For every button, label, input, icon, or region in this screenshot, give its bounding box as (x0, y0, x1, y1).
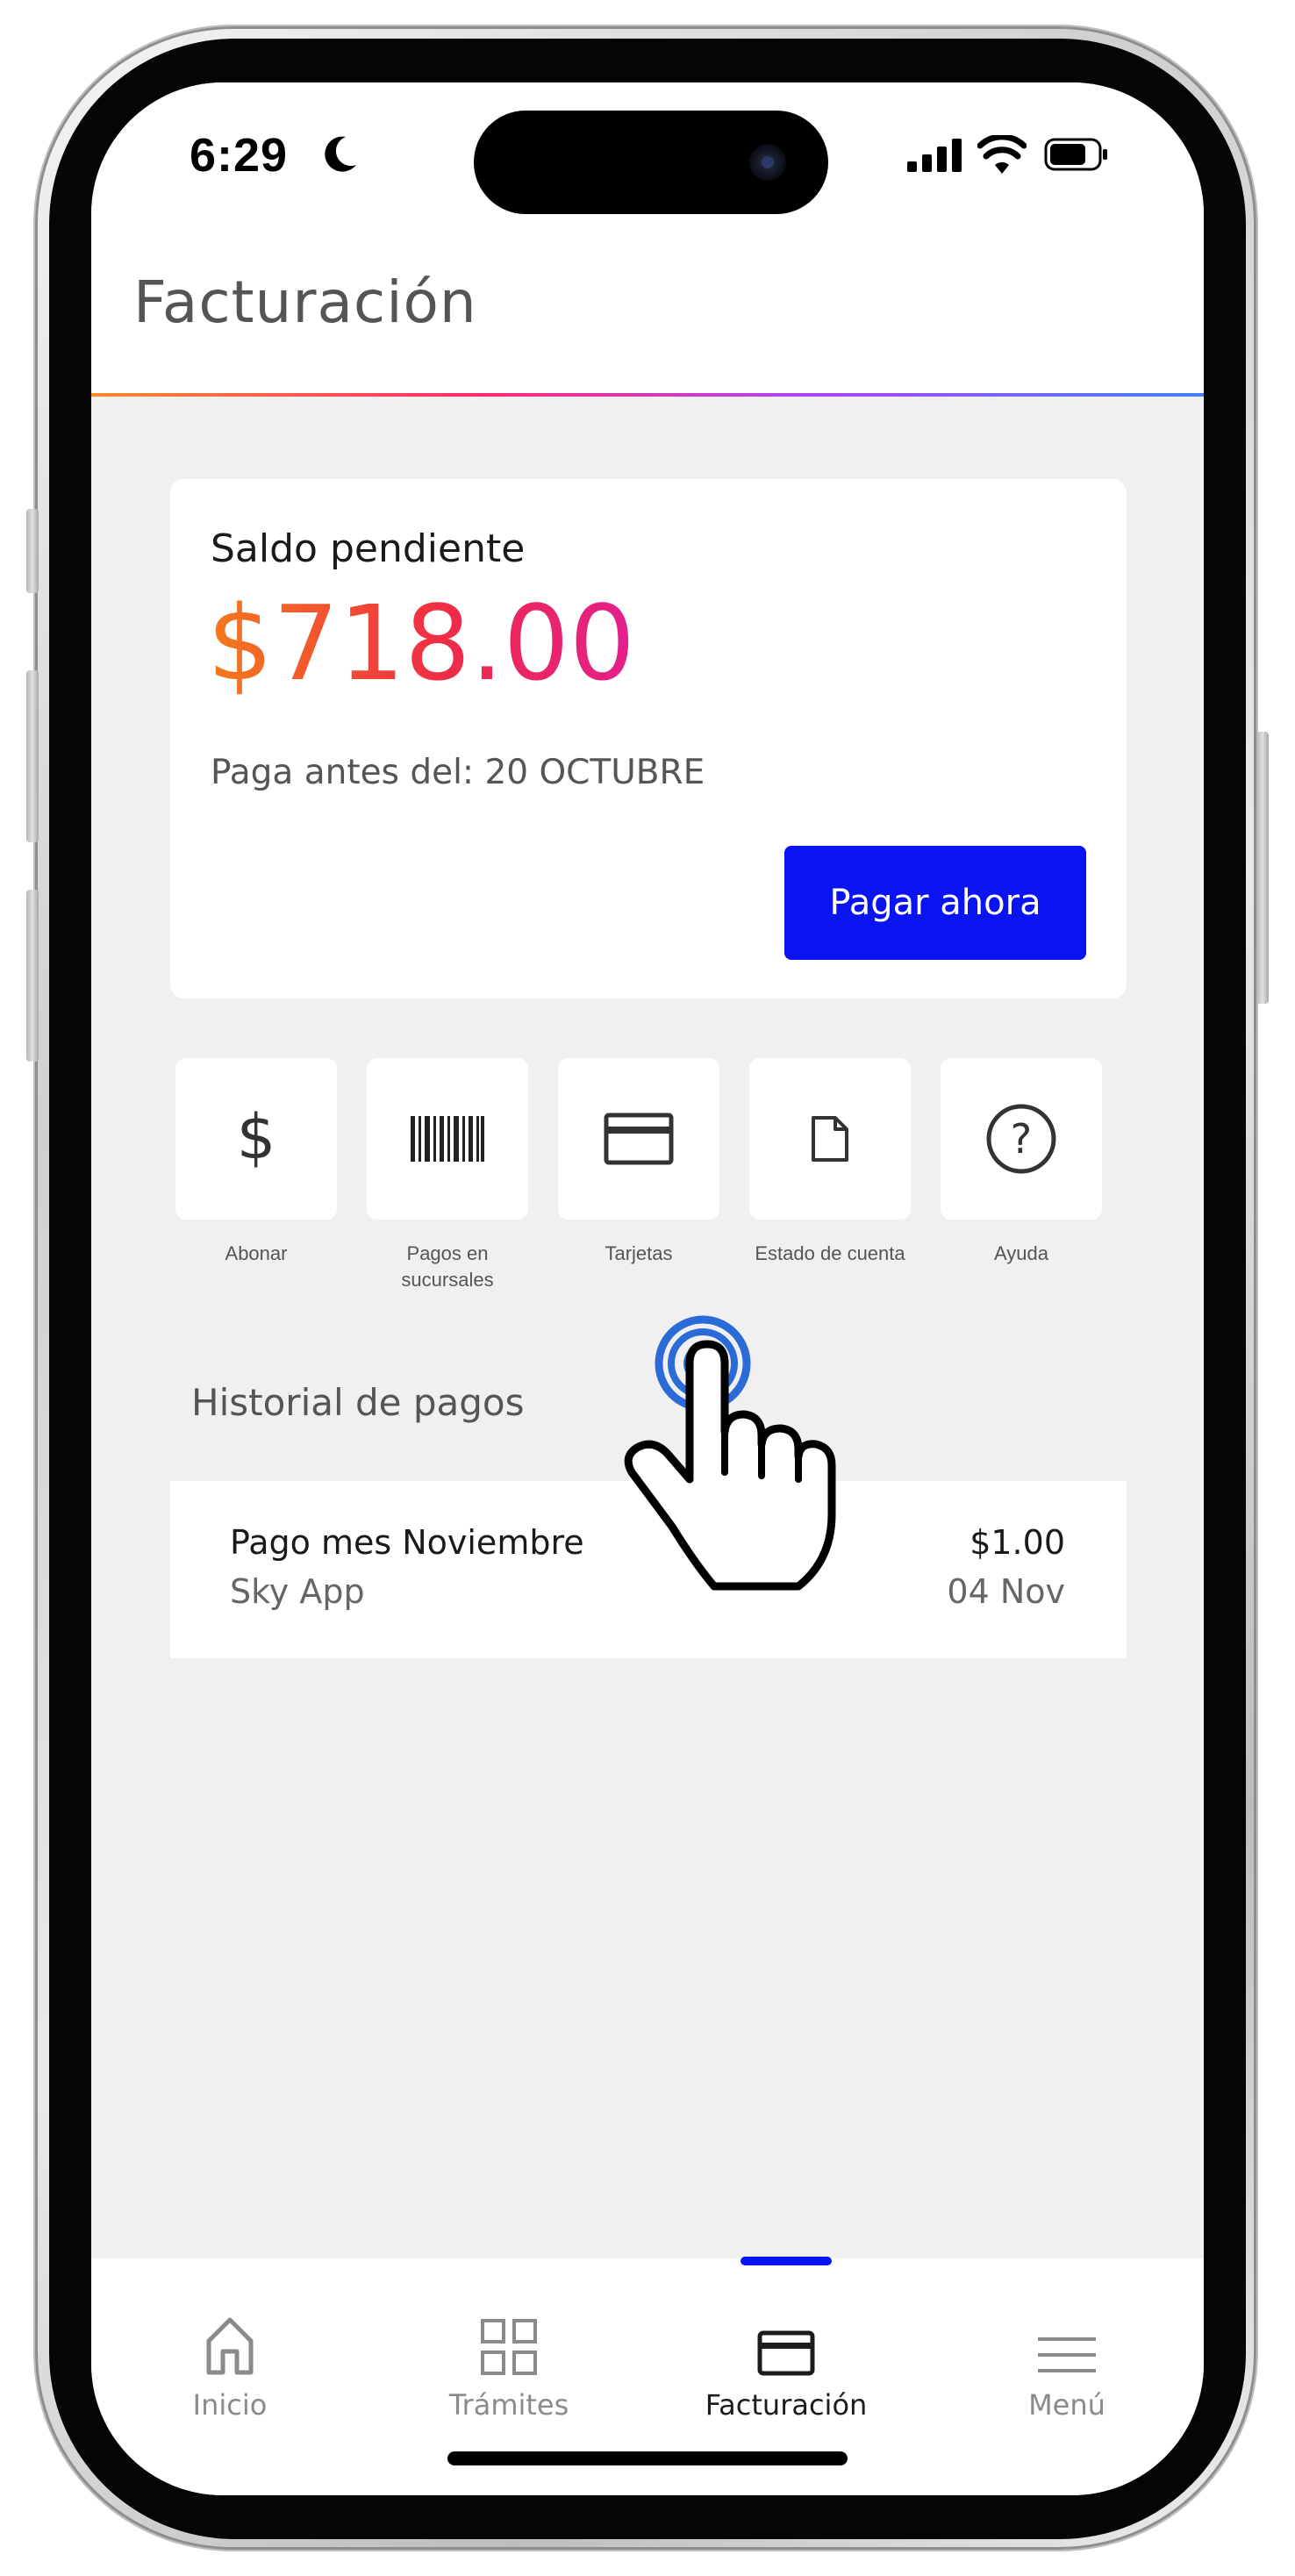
nav-item-tramites[interactable]: Trámites (377, 2279, 640, 2422)
action-tarjetas[interactable]: Tarjetas (558, 1058, 719, 1267)
camera-lens (749, 144, 786, 181)
payment-source: Sky App (230, 1572, 365, 1611)
svg-text:?: ? (1011, 1115, 1032, 1163)
card-icon (757, 2330, 815, 2376)
active-tab-indicator (741, 2257, 832, 2265)
nav-item-inicio[interactable]: Inicio (98, 2279, 361, 2422)
action-tile[interactable]: ? (941, 1058, 1102, 1220)
dynamic-island (474, 111, 828, 214)
help-icon: ? (986, 1104, 1056, 1174)
balance-label: Saldo pendiente (211, 526, 526, 571)
action-estado-cuenta[interactable]: Estado de cuenta (749, 1058, 911, 1267)
nav-item-menu[interactable]: Menú (935, 2279, 1198, 2422)
status-time: 6:29 (190, 129, 289, 182)
home-indicator[interactable] (447, 2451, 848, 2465)
action-pagos-sucursales[interactable]: Pagos en sucursales (367, 1058, 528, 1293)
wifi-icon (977, 135, 1027, 174)
svg-text:$: $ (237, 1104, 276, 1173)
tap-hand-cursor-icon (624, 1315, 836, 1591)
action-abonar[interactable]: $ Abonar (175, 1058, 337, 1267)
card-icon (604, 1113, 674, 1165)
action-label: Pagos en sucursales (401, 1242, 494, 1291)
action-label: Ayuda (994, 1242, 1048, 1264)
power-button (1256, 732, 1269, 1004)
page-title: Facturación (133, 268, 477, 336)
battery-icon (1044, 138, 1107, 171)
payment-amount: $1.00 (969, 1523, 1065, 1562)
home-icon (206, 2317, 254, 2375)
balance-amount-value: $718.00 (207, 583, 635, 704)
balance-card: Saldo pendiente $718.00 Paga antes del: … (170, 479, 1127, 998)
payment-concept: Pago mes Noviembre (230, 1523, 584, 1562)
dollar-icon: $ (237, 1104, 276, 1173)
nav-label: Trámites (448, 2388, 569, 2422)
nav-label: Inicio (192, 2388, 268, 2422)
nav-item-facturacion[interactable]: Facturación (655, 2279, 918, 2422)
payment-date: 04 Nov (947, 1572, 1065, 1611)
action-ayuda[interactable]: ? Ayuda (941, 1058, 1102, 1267)
action-label: Tarjetas (605, 1242, 673, 1264)
document-icon (812, 1116, 848, 1162)
moon-icon (325, 136, 356, 172)
cellular-signal-icon (907, 139, 962, 172)
action-tile[interactable]: $ (175, 1058, 337, 1220)
action-label: Abonar (225, 1242, 288, 1264)
due-date-text: Paga antes del: 20 OCTUBRE (211, 753, 705, 792)
balance-amount: $718.00 (207, 577, 635, 709)
action-tile[interactable] (367, 1058, 528, 1220)
action-tile[interactable] (558, 1058, 719, 1220)
nav-label: Facturación (705, 2388, 868, 2422)
quick-actions: $ Abonar Pagos en sucursales Tarjetas Es… (175, 1058, 1123, 1291)
nav-label: Menú (1028, 2388, 1105, 2422)
silent-switch (26, 509, 39, 593)
action-tile[interactable] (749, 1058, 911, 1220)
grid-icon (481, 2319, 537, 2375)
pay-now-button[interactable]: Pagar ahora (784, 846, 1086, 960)
app-screen: 6:29 Facturación Saldo pendiente $718.00… (91, 82, 1204, 2495)
header-gradient-divider (91, 393, 1204, 397)
history-title: Historial de pagos (191, 1381, 525, 1424)
volume-down-button (26, 890, 39, 1062)
volume-up-button (26, 670, 39, 842)
barcode-icon (411, 1116, 484, 1162)
menu-icon (1038, 2337, 1096, 2372)
action-label: Estado de cuenta (755, 1242, 905, 1264)
